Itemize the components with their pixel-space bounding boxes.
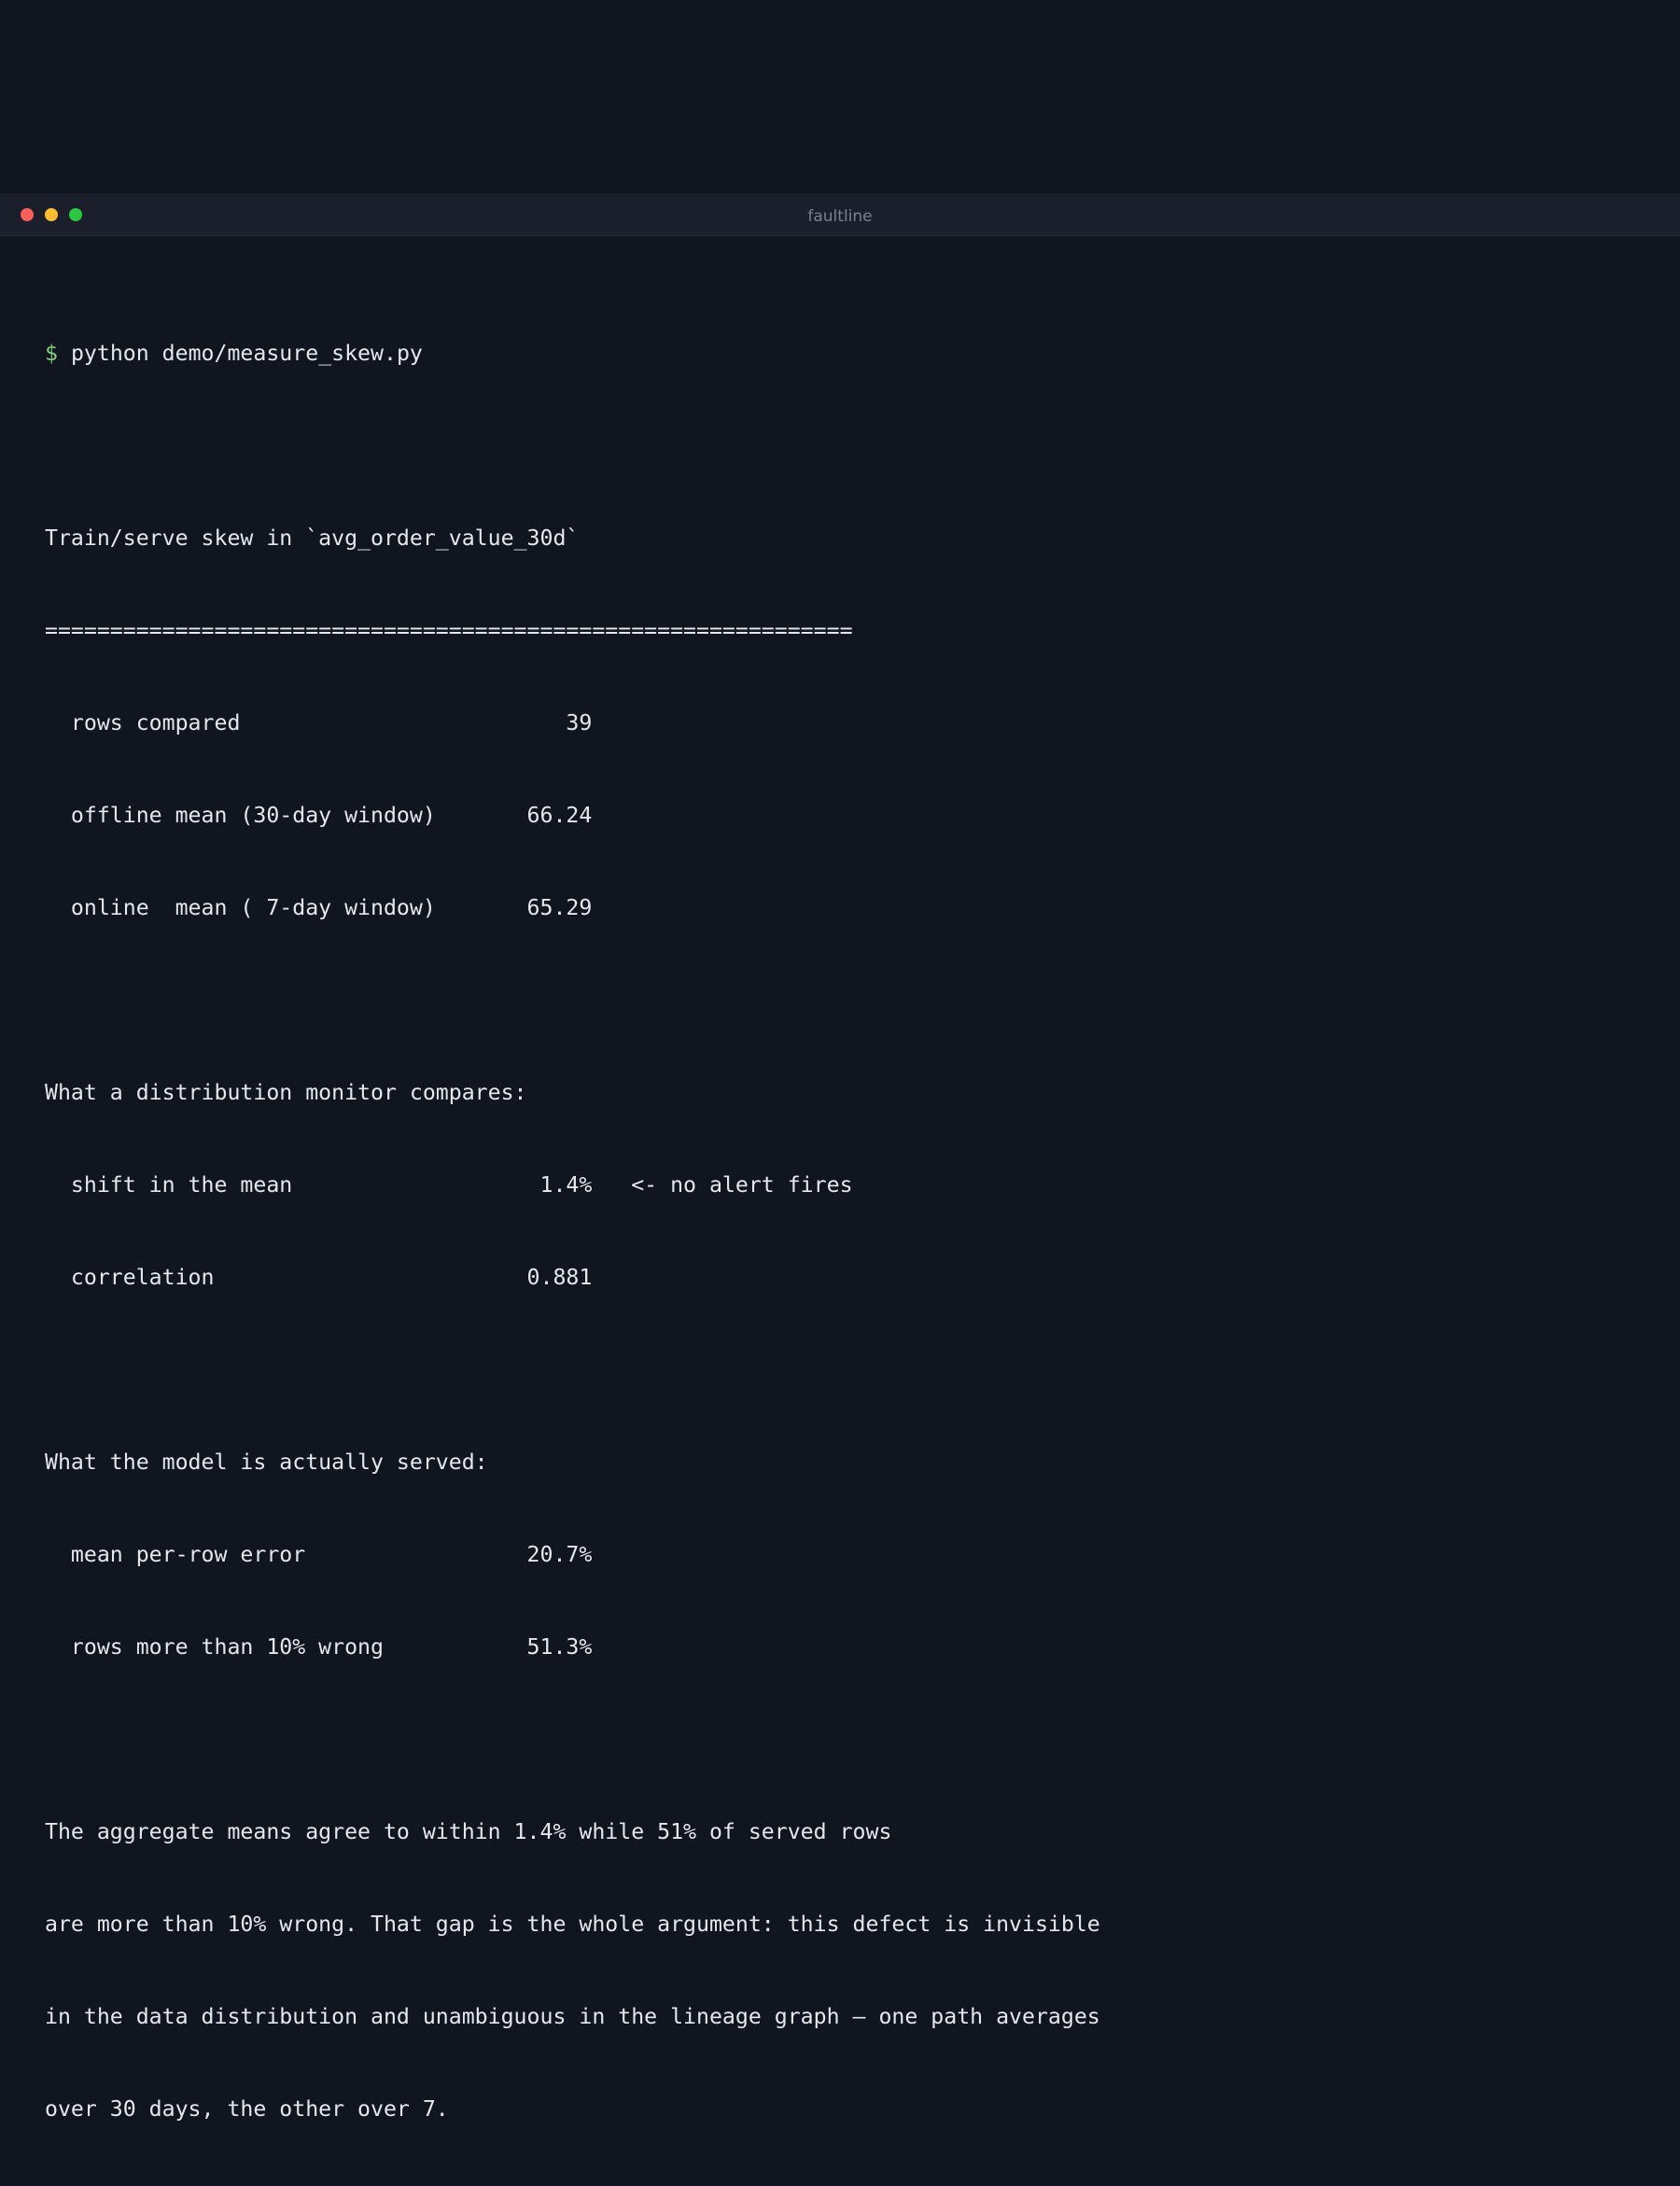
output-line: What the model is actually served:: [45, 1450, 488, 1475]
output-line: over 30 days, the other over 7.: [45, 2096, 449, 2122]
output-line: rows compared 39: [45, 710, 593, 736]
output-line: shift in the mean 1.4% <- no alert fires: [45, 1172, 853, 1198]
output-line: ========================================…: [45, 618, 853, 643]
title-bar: faultline: [0, 193, 1680, 236]
window-title: faultline: [807, 207, 873, 226]
output-line: online mean ( 7-day window) 65.29: [45, 895, 593, 920]
output-line: are more than 10% wrong. That gap is the…: [45, 1912, 1100, 1937]
output-line: offline mean (30-day window) 66.24: [45, 803, 593, 828]
output-line: Train/serve skew in `avg_order_value_30d…: [45, 525, 580, 551]
output-line: mean per-row error 20.7%: [45, 1542, 593, 1567]
command-line: $ python demo/measure_skew.py: [45, 338, 1100, 369]
prompt-symbol: $: [45, 341, 58, 366]
output-line: in the data distribution and unambiguous…: [45, 2004, 1100, 2029]
output-line: What a distribution monitor compares:: [45, 1080, 527, 1105]
terminal-output[interactable]: $ python demo/measure_skew.py Train/serv…: [45, 276, 1100, 2186]
output-line: rows more than 10% wrong 51.3%: [45, 1634, 593, 1660]
output-line: The aggregate means agree to within 1.4%…: [45, 1819, 892, 1844]
command-text: python demo/measure_skew.py: [70, 341, 423, 366]
output-line: correlation 0.881: [45, 1265, 593, 1290]
terminal-window: faultline $ python demo/measure_skew.py …: [0, 193, 1680, 2122]
